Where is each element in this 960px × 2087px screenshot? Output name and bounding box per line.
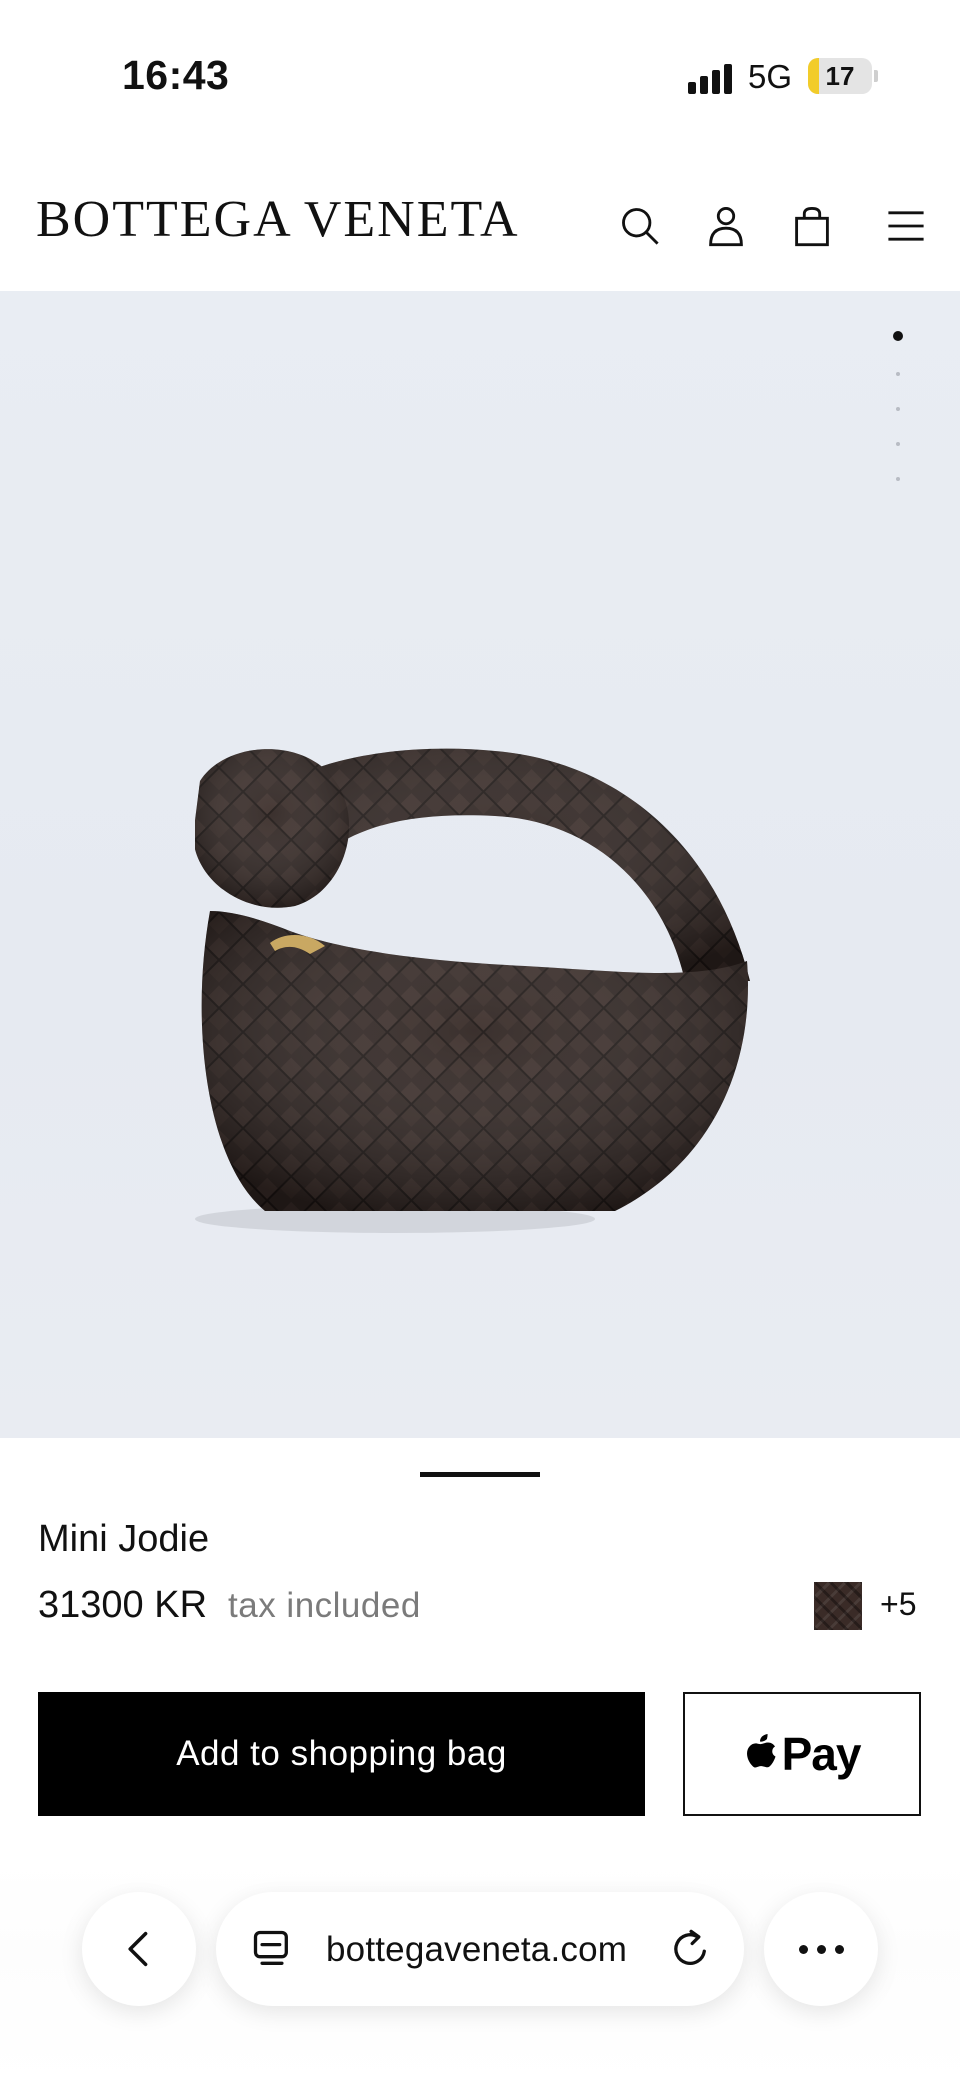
carousel-dot[interactable] bbox=[896, 477, 900, 481]
more-button[interactable] bbox=[764, 1892, 878, 2006]
carousel-dot[interactable] bbox=[896, 407, 900, 411]
more-icon bbox=[798, 1944, 844, 1954]
url-text[interactable]: bottegaveneta.com bbox=[326, 1930, 627, 1970]
carousel-dot[interactable] bbox=[893, 331, 903, 341]
tabs-icon[interactable] bbox=[250, 1927, 294, 1971]
back-button[interactable] bbox=[82, 1892, 196, 2006]
shopping-bag-icon[interactable] bbox=[784, 198, 840, 254]
battery-cap bbox=[874, 70, 878, 82]
tax-note: tax included bbox=[228, 1586, 421, 1625]
carousel-pagination[interactable] bbox=[890, 331, 906, 512]
signal-icon bbox=[688, 62, 734, 94]
battery-percent: 17 bbox=[825, 61, 855, 91]
menu-icon[interactable] bbox=[878, 198, 934, 254]
apple-pay-button[interactable]: Pay bbox=[683, 1692, 921, 1816]
site-header: BOTTEGA VENETA bbox=[0, 170, 960, 290]
product-photo-mini-jodie bbox=[195, 748, 750, 1233]
back-icon bbox=[128, 1931, 148, 1967]
account-icon[interactable] bbox=[698, 198, 754, 254]
more-colors-link[interactable]: +5 bbox=[880, 1586, 916, 1623]
slide-progress-bar bbox=[420, 1472, 540, 1477]
product-name: Mini Jodie bbox=[38, 1518, 210, 1560]
apple-logo-icon bbox=[746, 1734, 776, 1768]
status-bar: 16:43 5G 17 bbox=[0, 0, 960, 150]
product-image-carousel[interactable] bbox=[0, 291, 960, 1438]
product-price: 31300 KR bbox=[38, 1584, 208, 1626]
apple-pay-label: Pay bbox=[781, 1728, 862, 1780]
browser-toolbar: bottegaveneta.com bbox=[0, 1860, 960, 2087]
add-to-bag-button[interactable]: Add to shopping bag bbox=[38, 1692, 645, 1816]
carousel-dot[interactable] bbox=[896, 372, 900, 376]
address-bar[interactable]: bottegaveneta.com bbox=[216, 1892, 744, 2006]
battery-icon: 17 bbox=[808, 58, 872, 94]
status-time: 16:43 bbox=[122, 52, 230, 98]
carousel-dot[interactable] bbox=[896, 442, 900, 446]
color-swatch[interactable] bbox=[814, 1582, 862, 1630]
brand-logo[interactable]: BOTTEGA VENETA bbox=[36, 190, 520, 249]
add-to-bag-label: Add to shopping bag bbox=[176, 1734, 507, 1773]
search-icon[interactable] bbox=[612, 198, 668, 254]
reload-icon[interactable] bbox=[668, 1927, 712, 1971]
network-label: 5G bbox=[748, 58, 793, 95]
